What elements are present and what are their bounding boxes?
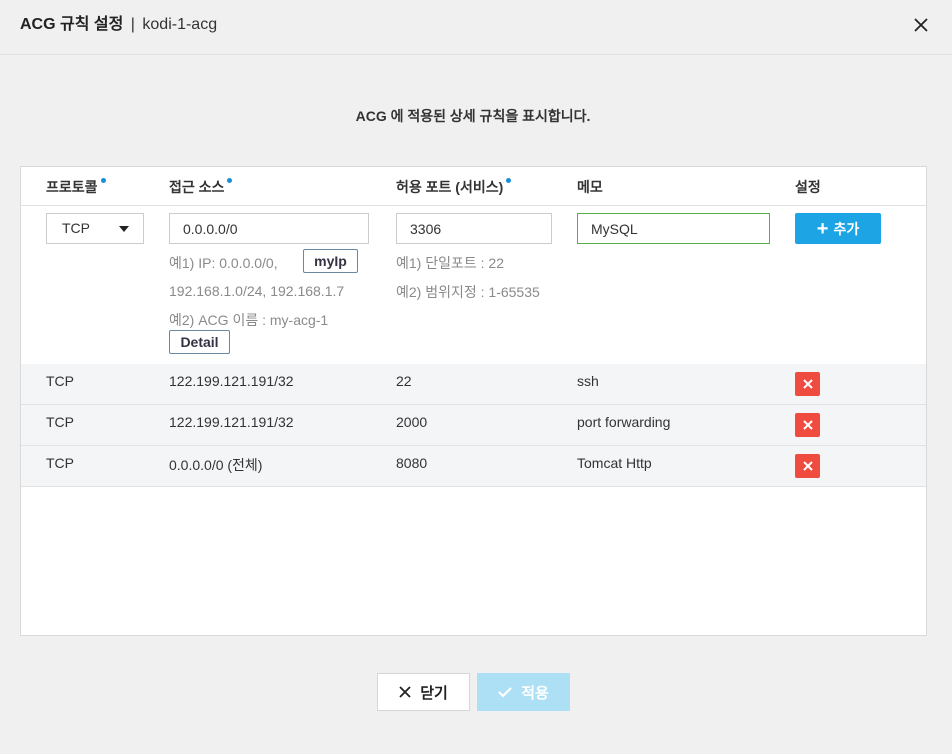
- add-rule-label: 추가: [833, 220, 860, 237]
- table-row: TCP 122.199.121.191/32 22 ssh: [21, 364, 926, 405]
- rule-port: 8080: [396, 455, 428, 471]
- dialog-title-main: ACG 규칙 설정: [20, 16, 124, 33]
- close-icon: [399, 686, 411, 698]
- rule-memo: port forwarding: [577, 414, 671, 430]
- source-input[interactable]: [169, 213, 369, 244]
- column-label: 접근 소스: [169, 179, 225, 195]
- rule-source: 122.199.121.191/32: [169, 373, 294, 389]
- protocol-select[interactable]: TCP: [46, 213, 144, 244]
- dialog-title: ACG 규칙 설정 | kodi-1-acg: [20, 14, 217, 36]
- detail-button[interactable]: Detail: [169, 330, 230, 354]
- source-hint-ip-examples: 192.168.1.0/24, 192.168.1.7: [169, 283, 345, 299]
- close-button[interactable]: 닫기: [377, 673, 470, 711]
- port-hint-range: 예2) 범위지정 : 1-65535: [396, 284, 540, 300]
- close-icon: [802, 461, 813, 471]
- close-button-label: 닫기: [420, 684, 448, 702]
- source-hint-acg: 예2) ACG 이름 : my-acg-1: [169, 312, 329, 328]
- rule-protocol: TCP: [46, 414, 74, 430]
- table-row: TCP 122.199.121.191/32 2000 port forward…: [21, 405, 926, 446]
- dialog-header: ACG 규칙 설정 | kodi-1-acg: [0, 0, 952, 55]
- close-dialog-button[interactable]: [908, 12, 934, 38]
- column-header-protocol: 프로토콜: [46, 177, 106, 197]
- plus-icon: +: [816, 217, 829, 240]
- apply-button[interactable]: 적용: [477, 673, 570, 711]
- close-icon: [802, 379, 813, 389]
- source-hint-ip: 예1) IP: 0.0.0.0/0,: [169, 255, 278, 271]
- dialog-title-separator: |: [130, 16, 135, 33]
- delete-rule-button[interactable]: [795, 413, 820, 437]
- table-row: TCP 0.0.0.0/0 (전체) 8080 Tomcat Http: [21, 446, 926, 487]
- port-hint-single: 예1) 단일포트 : 22: [396, 255, 504, 271]
- column-label: 프로토콜: [46, 179, 98, 195]
- rules-table: 프로토콜 접근 소스 허용 포트 (서비스) 메모 설정 TCP myIp 예1…: [20, 166, 927, 636]
- table-header: 프로토콜 접근 소스 허용 포트 (서비스) 메모 설정: [21, 167, 926, 206]
- rule-source: 0.0.0.0/0 (전체): [169, 457, 263, 473]
- apply-button-label: 적용: [521, 684, 549, 702]
- column-header-port: 허용 포트 (서비스): [396, 177, 512, 197]
- delete-rule-button[interactable]: [795, 454, 820, 478]
- rule-port: 2000: [396, 414, 428, 430]
- rule-protocol: TCP: [46, 455, 74, 471]
- column-header-source: 접근 소스: [169, 177, 233, 197]
- rule-memo: Tomcat Http: [577, 455, 652, 471]
- add-rule-button[interactable]: + 추가: [795, 213, 881, 244]
- description-text: ACG 에 적용된 상세 규칙을 표시합니다.: [355, 108, 591, 124]
- port-input[interactable]: [396, 213, 552, 244]
- close-icon: [914, 18, 928, 32]
- column-header-memo: 메모: [577, 179, 603, 195]
- caret-down-icon: [119, 226, 129, 232]
- rule-memo: ssh: [577, 373, 599, 389]
- rule-protocol: TCP: [46, 373, 74, 389]
- rule-source: 122.199.121.191/32: [169, 414, 294, 430]
- column-header-settings: 설정: [795, 179, 821, 195]
- required-dot-icon: [227, 178, 233, 183]
- required-dot-icon: [506, 178, 512, 183]
- column-label: 허용 포트 (서비스): [396, 179, 504, 195]
- close-icon: [802, 420, 813, 430]
- memo-input[interactable]: [577, 213, 770, 244]
- myip-button[interactable]: myIp: [303, 249, 358, 273]
- delete-rule-button[interactable]: [795, 372, 820, 396]
- new-rule-row: TCP myIp 예1) IP: 0.0.0.0/0, 192.168.1.0/…: [21, 205, 926, 365]
- required-dot-icon: [100, 178, 106, 183]
- check-icon: [498, 686, 512, 698]
- protocol-select-value: TCP: [62, 220, 90, 236]
- rule-port: 22: [396, 373, 412, 389]
- dialog-title-acg-name: kodi-1-acg: [142, 16, 218, 33]
